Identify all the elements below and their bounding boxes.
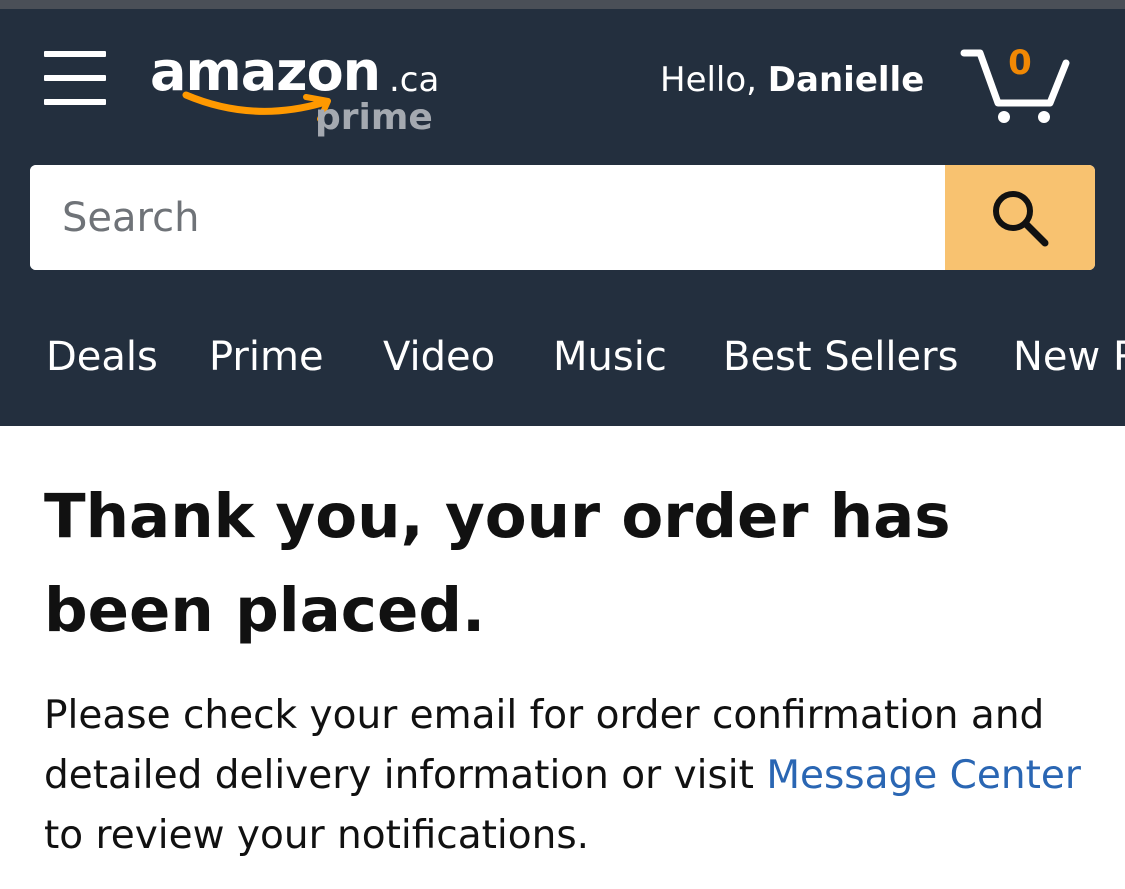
greeting-prefix: Hello,: [660, 60, 768, 100]
confirmation-message: Please check your email for order confir…: [44, 686, 1104, 866]
nav-item-prime[interactable]: Prime: [209, 327, 324, 387]
greeting-name: Danielle: [767, 60, 925, 100]
cart-count: 0: [1008, 43, 1032, 83]
site-header: amazon .ca prime Hello, Danielle 0 Deals…: [0, 9, 1125, 426]
message-text-after: to review your notifications.: [44, 813, 590, 858]
nav-item-new-releases[interactable]: New Releases: [1013, 327, 1125, 387]
search-icon: [993, 191, 1049, 247]
cart-button[interactable]: 0: [958, 39, 1074, 129]
nav-item-music[interactable]: Music: [553, 327, 667, 387]
logo-prime: prime: [315, 97, 433, 138]
nav-item-deals[interactable]: Deals: [46, 327, 158, 387]
account-greeting[interactable]: Hello, Danielle: [660, 55, 924, 105]
message-center-link[interactable]: Message Center: [766, 753, 1081, 798]
search-bar: [30, 165, 1095, 270]
search-input[interactable]: [30, 165, 945, 270]
status-strip: [0, 0, 1125, 9]
nav-item-video[interactable]: Video: [383, 327, 495, 387]
hamburger-menu-icon[interactable]: [44, 51, 106, 109]
order-confirmation: Thank you, your order has been placed. P…: [0, 426, 1125, 889]
nav-bar: Deals Prime Video Music Best Sellers New…: [0, 327, 1125, 387]
page-title: Thank you, your order has been placed.: [44, 481, 951, 646]
nav-item-best-sellers[interactable]: Best Sellers: [723, 327, 958, 387]
amazon-prime-logo[interactable]: amazon .ca prime: [150, 37, 450, 147]
search-button[interactable]: [945, 165, 1095, 270]
